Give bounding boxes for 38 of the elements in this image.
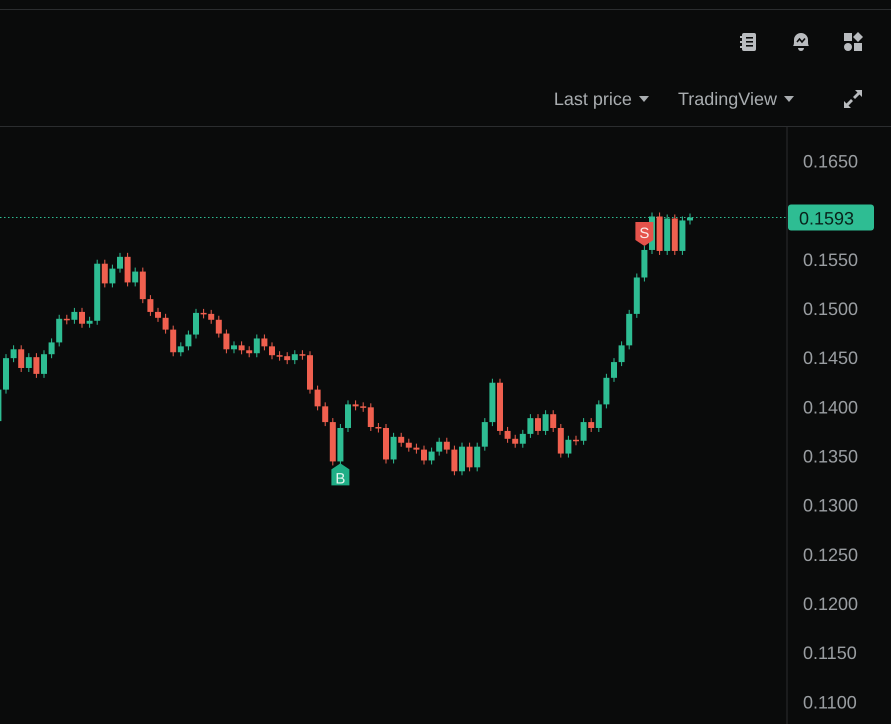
candle (3, 354, 9, 394)
candle (383, 423, 389, 464)
candle (573, 435, 579, 446)
axis-label: 0.1650 (803, 151, 858, 172)
candle (307, 350, 313, 394)
candle (231, 340, 237, 354)
widgets-icon[interactable] (841, 30, 865, 54)
candle (41, 350, 47, 378)
candle (535, 414, 541, 436)
candle (269, 342, 275, 360)
candle (155, 307, 161, 322)
axis-label: 0.1200 (803, 594, 858, 614)
candle (497, 378, 503, 436)
candle (611, 358, 617, 382)
candle (459, 442, 465, 476)
candle (193, 308, 199, 340)
candle (687, 213, 693, 225)
price-label: 0.1593 (788, 204, 874, 230)
buy-marker: B (331, 463, 350, 488)
axis-label: 0.1500 (803, 298, 858, 319)
axis-label: 0.1400 (803, 397, 858, 418)
caret-icon (783, 95, 795, 103)
price-source-dropdown[interactable]: Last price (554, 88, 650, 110)
candle (117, 252, 123, 274)
axis-label: 0.1300 (803, 496, 858, 516)
candle (421, 445, 427, 465)
axis-label: 0.1350 (803, 446, 858, 466)
candle (345, 400, 351, 432)
expand-icon[interactable] (841, 87, 865, 111)
candle (79, 307, 85, 328)
axis-label: 0.1450 (803, 348, 858, 368)
axis-label: 0.1150 (803, 643, 857, 664)
axis-label: 0.1250 (803, 544, 858, 565)
axis-label: 0.1550 (803, 250, 858, 270)
price-source-dropdown[interactable]: TradingView (678, 88, 795, 110)
caret-icon (638, 95, 650, 103)
axis-label: 0.1100 (803, 692, 857, 712)
sell-marker: S (635, 222, 654, 246)
